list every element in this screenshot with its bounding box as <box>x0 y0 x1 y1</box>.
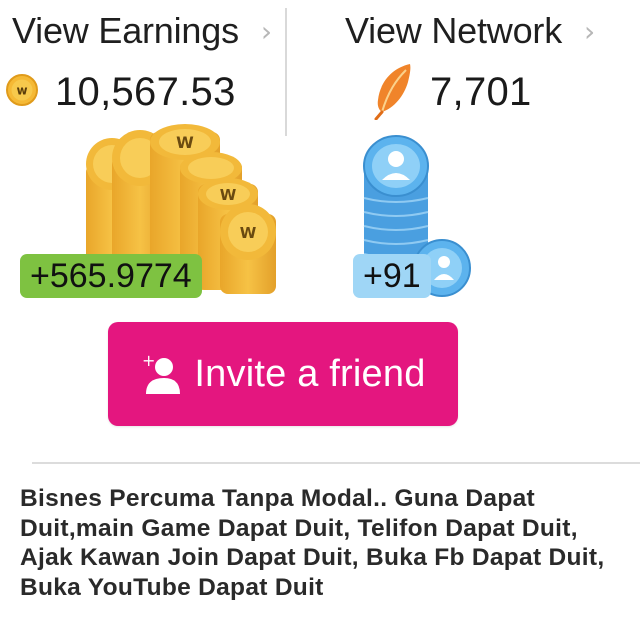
chevron-right-icon: › <box>584 14 596 48</box>
header-divider <box>285 8 287 136</box>
network-total: 7,701 <box>430 70 532 114</box>
view-network-label: View Network <box>345 10 563 51</box>
invite-friend-label: Invite a friend <box>194 352 426 395</box>
earnings-increment-badge: +565.9774 <box>20 254 202 298</box>
svg-text:W: W <box>240 224 257 242</box>
svg-text:W: W <box>220 186 237 204</box>
invite-friend-button[interactable]: + Invite a friend <box>108 322 458 426</box>
description-text: Bisnes Percuma Tanpa Modal.. Guna Dapat … <box>20 485 605 601</box>
svg-text:w: w <box>16 84 27 98</box>
chevron-right-icon: › <box>260 14 273 48</box>
section-divider <box>32 462 640 464</box>
svg-text:W: W <box>176 133 194 152</box>
view-earnings-link[interactable]: View Earnings › <box>12 10 272 52</box>
view-network-link[interactable]: View Network › <box>345 10 595 52</box>
feather-icon <box>374 64 411 120</box>
earnings-total: 10,567.53 <box>55 70 236 114</box>
network-increment-badge: +91 <box>353 254 431 298</box>
view-earnings-label: View Earnings <box>12 10 239 51</box>
w-coin-icon: w <box>6 74 38 106</box>
svg-text:+: + <box>142 352 155 370</box>
add-user-icon: + <box>142 352 181 394</box>
